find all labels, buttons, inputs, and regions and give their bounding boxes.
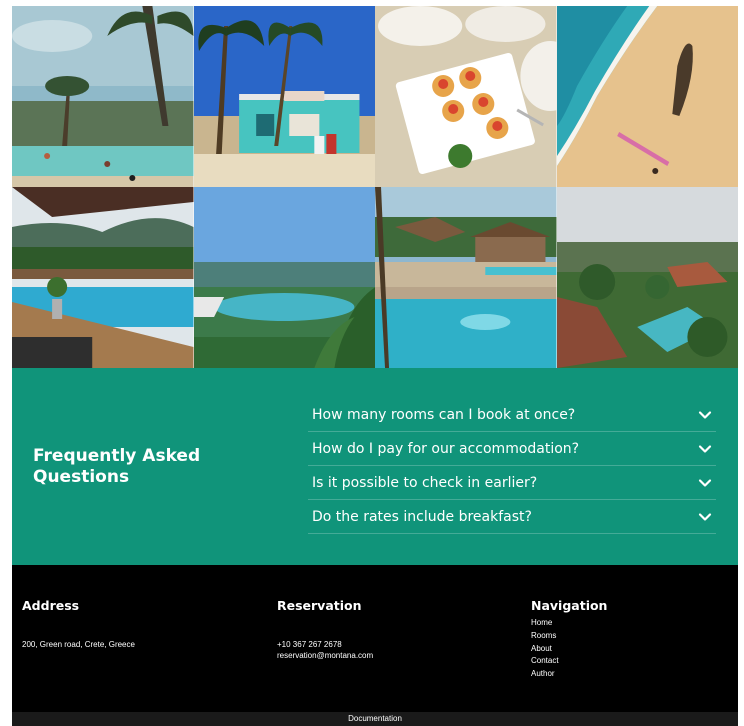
- beach-surfer-aerial-photo: [556, 6, 738, 187]
- nav-link-rooms[interactable]: Rooms: [531, 630, 607, 643]
- faq-question: Do the rates include breakfast?: [312, 508, 532, 525]
- appetizer-plate-photo: [375, 6, 557, 187]
- faq-question: How many rooms can I book at once?: [312, 406, 576, 423]
- navigation-heading: Navigation: [531, 598, 608, 613]
- chevron-down-icon[interactable]: [698, 476, 712, 490]
- documentation-bar: Documentation: [12, 712, 738, 726]
- navigation-column: Navigation Home Rooms About Contact Auth…: [531, 598, 607, 681]
- address-line: 200, Green road, Crete, Greece: [22, 640, 135, 649]
- faq-question: How do I pay for our accommodation?: [312, 440, 580, 457]
- nav-link-about[interactable]: About: [531, 643, 607, 656]
- address-column: Address 200, Green road, Crete, Greece: [22, 598, 135, 650]
- reservation-email[interactable]: reservation@montana.com: [277, 650, 373, 661]
- nav-link-home[interactable]: Home: [531, 617, 607, 630]
- chevron-down-icon[interactable]: [698, 408, 712, 422]
- garden-pool-photo: [375, 187, 557, 368]
- faq-item[interactable]: Do the rates include breakfast?: [308, 500, 716, 534]
- resort-lagoon-photo: [193, 187, 375, 368]
- chevron-down-icon[interactable]: [698, 510, 712, 524]
- footer-nav-links: Home Rooms About Contact Author: [531, 617, 607, 681]
- faq-list: How many rooms can I book at once? How d…: [308, 398, 716, 534]
- nav-link-author[interactable]: Author: [531, 668, 607, 681]
- site-footer: Address 200, Green road, Crete, Greece R…: [12, 565, 738, 712]
- chevron-down-icon[interactable]: [698, 442, 712, 456]
- reservation-column: Reservation +10 367 267 2678 reservation…: [277, 598, 373, 661]
- faq-question: Is it possible to check in earlier?: [312, 474, 538, 491]
- address-heading: Address: [22, 598, 80, 613]
- reservation-heading: Reservation: [277, 598, 362, 613]
- faq-item[interactable]: How many rooms can I book at once?: [308, 398, 716, 432]
- beach-shack-photo: [193, 6, 375, 187]
- documentation-link[interactable]: Documentation: [348, 714, 402, 723]
- nav-link-contact[interactable]: Contact: [531, 655, 607, 668]
- faq-item[interactable]: Is it possible to check in earlier?: [308, 466, 716, 500]
- resort-aerial-view-photo: [556, 187, 738, 368]
- faq-section: Frequently Asked Questions How many room…: [12, 368, 738, 565]
- faq-title: Frequently Asked Questions: [33, 446, 201, 487]
- faq-item[interactable]: How do I pay for our accommodation?: [308, 432, 716, 466]
- photo-gallery: [12, 6, 738, 368]
- reservation-phone[interactable]: +10 367 267 2678: [277, 639, 373, 650]
- resort-pool-palms-photo: [12, 6, 194, 187]
- pool-deck-mountains-photo: [12, 187, 194, 368]
